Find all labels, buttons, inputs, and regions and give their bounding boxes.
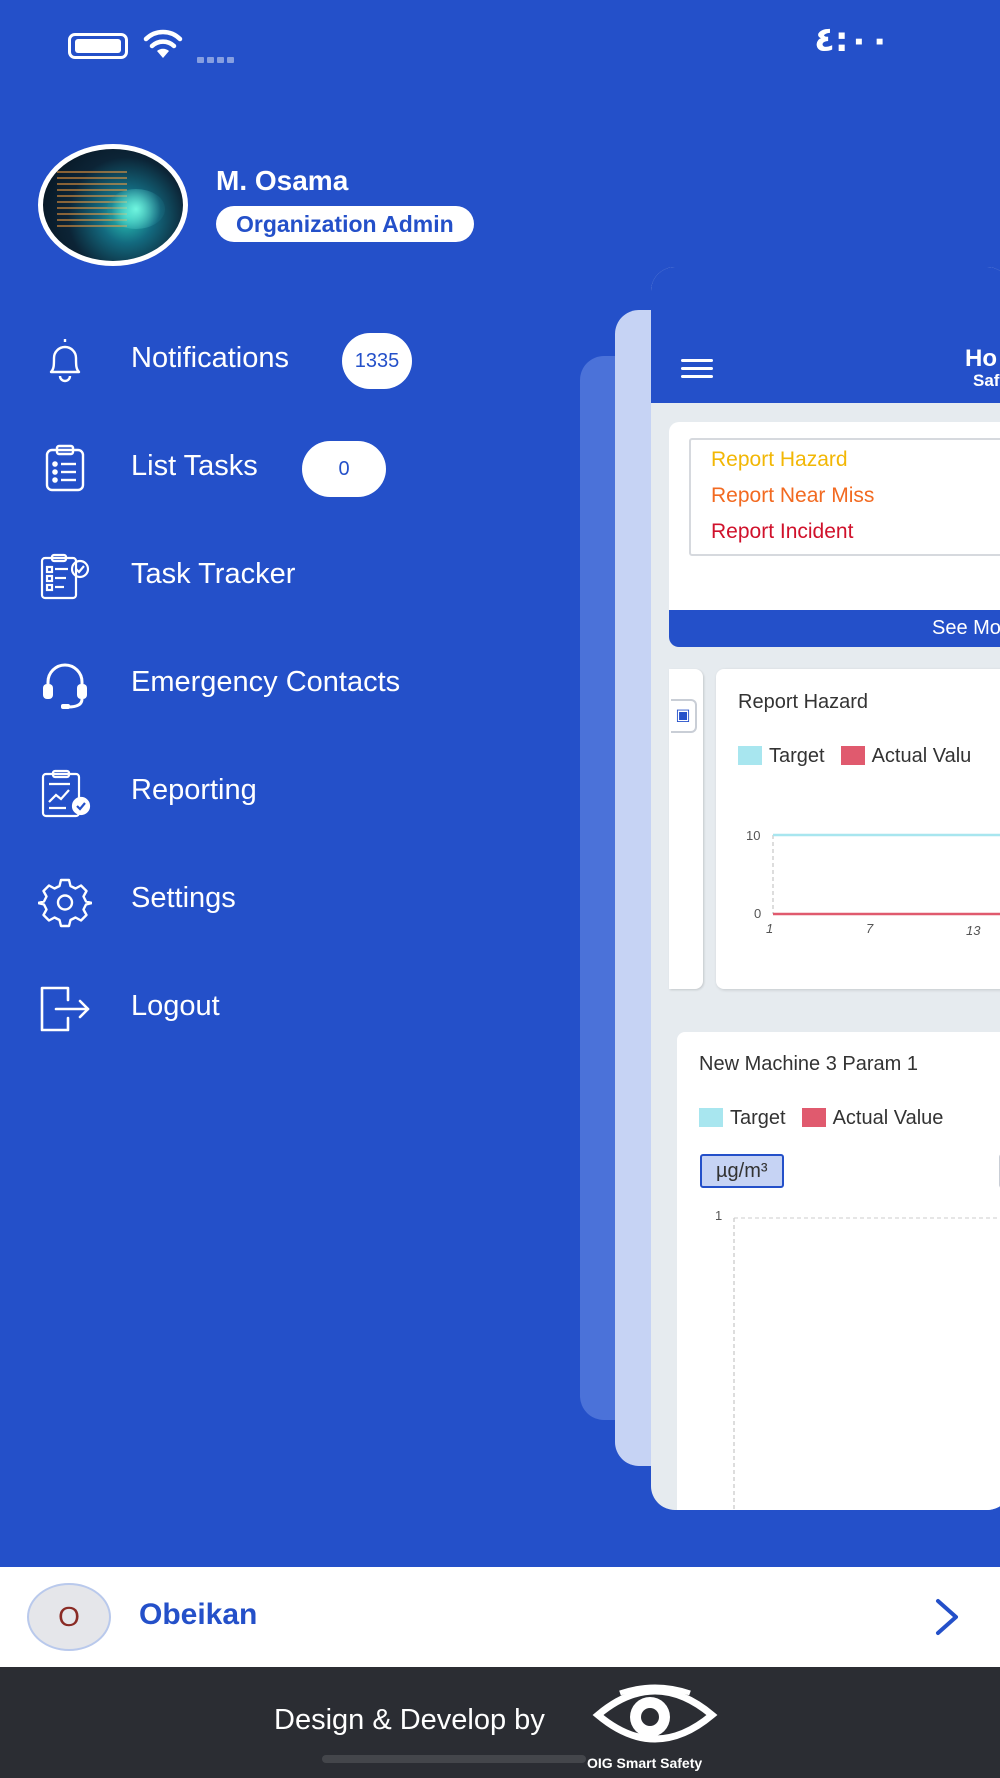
x-tick-7: 7 <box>866 921 874 936</box>
gear-icon <box>38 878 92 928</box>
menu-label-logout: Logout <box>131 990 220 1022</box>
user-name: M. Osama <box>216 165 349 196</box>
machine-param-line-chart: 1 <box>715 1208 1000 1510</box>
footer: Design & Develop by OIG Smart Safety <box>0 1667 1000 1778</box>
footer-credit-text: Design & Develop by <box>274 1704 545 1736</box>
eye-logo-icon <box>592 1684 718 1743</box>
chart-legend: Target Actual Value <box>699 1107 959 1130</box>
menu-item-task-tracker[interactable]: Task Tracker <box>0 536 560 616</box>
home-screen-preview[interactable]: Ho Saf Report Hazard Report Near Miss Re… <box>651 267 1000 1510</box>
role-badge: Organization Admin <box>216 206 474 242</box>
headset-icon <box>43 663 87 709</box>
preview-header: Ho Saf <box>651 267 1000 403</box>
status-time: ٤:٠٠ <box>814 20 890 60</box>
menu-item-logout[interactable]: Logout <box>0 968 560 1048</box>
status-bar: ٤:٠٠ <box>0 0 1000 90</box>
profile-avatar[interactable] <box>38 144 188 266</box>
report-incident-link[interactable]: Report Incident <box>711 520 853 544</box>
menu-label-list-tasks: List Tasks <box>131 450 258 482</box>
menu-item-list-tasks[interactable]: List Tasks 0 <box>0 428 560 508</box>
y-tick-10: 10 <box>746 828 760 843</box>
report-hazard-line-chart: 10 0 1 7 13 <box>746 828 1000 938</box>
report-hazard-link[interactable]: Report Hazard <box>711 448 848 472</box>
chevron-right-icon[interactable] <box>932 1597 962 1637</box>
chart-title: New Machine 3 Param 1 <box>699 1053 918 1075</box>
report-chart-icon <box>41 769 91 818</box>
list-tasks-count-badge: 0 <box>302 441 386 497</box>
chart-title: Report Hazard <box>738 691 869 713</box>
menu-label-task-tracker: Task Tracker <box>131 558 296 590</box>
legend-target: Target <box>738 745 825 767</box>
chart-legend: Target Actual Valu <box>738 745 987 768</box>
menu-item-settings[interactable]: Settings <box>0 860 560 940</box>
see-more-button[interactable]: See Mo <box>669 610 1000 647</box>
hamburger-menu-icon[interactable] <box>681 359 713 379</box>
x-tick-1: 1 <box>766 921 773 936</box>
footer-brand: OIG Smart Safety <box>587 1755 703 1771</box>
notifications-count-badge: 1335 <box>342 333 412 389</box>
previous-card-edge: ▣ <box>669 669 703 989</box>
bell-icon <box>49 339 81 383</box>
menu-item-notifications[interactable]: Notifications 1335 <box>0 320 560 400</box>
battery-icon <box>68 33 128 59</box>
menu-item-emergency-contacts[interactable]: Emergency Contacts <box>0 644 560 724</box>
menu-label-notifications: Notifications <box>131 342 289 374</box>
machine-param-chart-card: New Machine 3 Param 1 Target Actual Value… <box>677 1032 1000 1510</box>
y-tick-0: 0 <box>754 906 761 921</box>
report-actions-card: Report Hazard Report Near Miss Report In… <box>669 422 1000 647</box>
wifi-icon <box>143 29 183 58</box>
logout-icon <box>40 986 90 1032</box>
preview-subtitle: Saf <box>973 371 1000 390</box>
unit-selector-chip[interactable]: µg/m³ <box>700 1154 784 1188</box>
home-indicator[interactable] <box>322 1755 586 1763</box>
report-links-box: Report Hazard Report Near Miss Report In… <box>689 438 1000 556</box>
x-tick-13: 13 <box>966 923 981 938</box>
calendar-icon[interactable]: ▣ <box>671 699 697 733</box>
legend-actual: Actual Value <box>801 1107 943 1129</box>
y-tick-1: 1 <box>715 1208 722 1223</box>
report-near-miss-link[interactable]: Report Near Miss <box>711 484 874 508</box>
organization-avatar: O <box>27 1583 111 1651</box>
legend-actual: Actual Valu <box>840 745 971 767</box>
organization-name: Obeikan <box>139 1598 258 1631</box>
menu-label-emergency-contacts: Emergency Contacts <box>131 666 401 698</box>
menu-label-reporting: Reporting <box>131 774 257 806</box>
menu-item-reporting[interactable]: Reporting <box>0 752 560 832</box>
report-hazard-chart-card: Report Hazard Target Actual Valu 10 0 1 7… <box>716 669 1000 989</box>
legend-target: Target <box>699 1107 786 1129</box>
clipboard-list-icon <box>45 444 85 492</box>
cellular-signal-icon <box>197 50 237 68</box>
menu-label-settings: Settings <box>131 882 236 914</box>
task-tracker-icon <box>40 553 90 600</box>
organization-bar[interactable]: O Obeikan <box>0 1567 1000 1667</box>
preview-title: Ho <box>965 345 997 372</box>
